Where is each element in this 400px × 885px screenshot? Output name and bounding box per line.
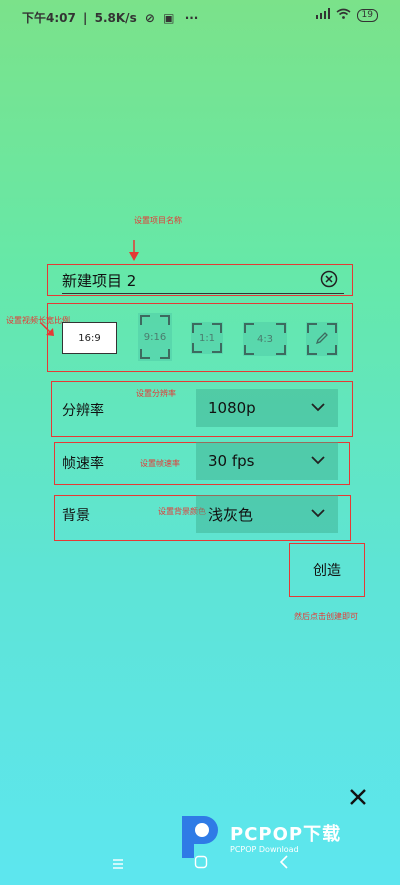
back-icon[interactable] bbox=[278, 854, 290, 873]
framerate-value: 30 fps bbox=[208, 452, 255, 470]
annotation-name: 设置项目名称 bbox=[134, 216, 182, 225]
ratio-1-1-button[interactable]: 1:1 bbox=[191, 322, 223, 354]
arrow-down-icon bbox=[128, 240, 140, 266]
ratio-4-3-label: 4:3 bbox=[256, 333, 274, 345]
resolution-value: 1080p bbox=[208, 399, 256, 417]
ratio-4-3-button[interactable]: 4:3 bbox=[243, 322, 287, 356]
annotation-resolution: 设置分辨率 bbox=[136, 389, 176, 398]
signal-icon bbox=[315, 8, 330, 22]
close-icon[interactable] bbox=[348, 787, 368, 811]
navigation-bar bbox=[0, 848, 400, 885]
project-name-value: 新建项目 2 bbox=[62, 272, 137, 290]
background-label: 背景 bbox=[62, 508, 90, 524]
status-right: 19 bbox=[315, 8, 378, 22]
background-value: 浅灰色 bbox=[208, 505, 254, 524]
ratio-9-16-label: 9:16 bbox=[143, 331, 167, 343]
home-icon[interactable] bbox=[194, 854, 208, 873]
framerate-dropdown[interactable]: 30 fps bbox=[196, 442, 338, 480]
wifi-icon bbox=[336, 8, 351, 22]
background-dropdown[interactable]: 浅灰色 bbox=[196, 495, 338, 533]
status-more: ··· bbox=[184, 11, 199, 25]
message-icon: ▣ bbox=[163, 11, 175, 25]
annotation-framerate: 设置帧速率 bbox=[140, 459, 180, 468]
status-speed: 5.8K/s bbox=[94, 11, 137, 25]
menu-icon[interactable] bbox=[112, 855, 124, 874]
battery-icon: 19 bbox=[356, 8, 378, 22]
ratio-16-9-button[interactable]: 16:9 bbox=[62, 322, 117, 354]
chevron-down-icon bbox=[310, 399, 326, 419]
sync-off-icon: ⊘ bbox=[144, 11, 155, 25]
watermark-brand: PCPOP下载 bbox=[230, 824, 342, 845]
status-bar: 下午4:07 | 5.8K/s ⊘ ▣ ··· 19 bbox=[0, 0, 400, 34]
create-button-label: 创造 bbox=[313, 563, 341, 579]
clear-icon[interactable] bbox=[320, 270, 338, 292]
status-time: 下午4:07 bbox=[22, 11, 76, 25]
create-button[interactable]: 创造 bbox=[289, 543, 365, 597]
custom-ratio-button[interactable] bbox=[306, 322, 338, 356]
ratio-16-9-label: 16:9 bbox=[78, 332, 101, 344]
resolution-dropdown[interactable]: 1080p bbox=[196, 389, 338, 427]
framerate-label: 帧速率 bbox=[62, 456, 104, 472]
resolution-label: 分辨率 bbox=[62, 403, 104, 419]
annotation-create: 然后点击创建即可 bbox=[294, 612, 358, 621]
ratio-9-16-button[interactable]: 9:16 bbox=[138, 313, 172, 361]
ratio-1-1-label: 1:1 bbox=[198, 332, 216, 344]
chevron-down-icon bbox=[310, 505, 326, 525]
status-left: 下午4:07 | 5.8K/s ⊘ ▣ ··· bbox=[22, 11, 199, 25]
chevron-down-icon bbox=[310, 452, 326, 472]
